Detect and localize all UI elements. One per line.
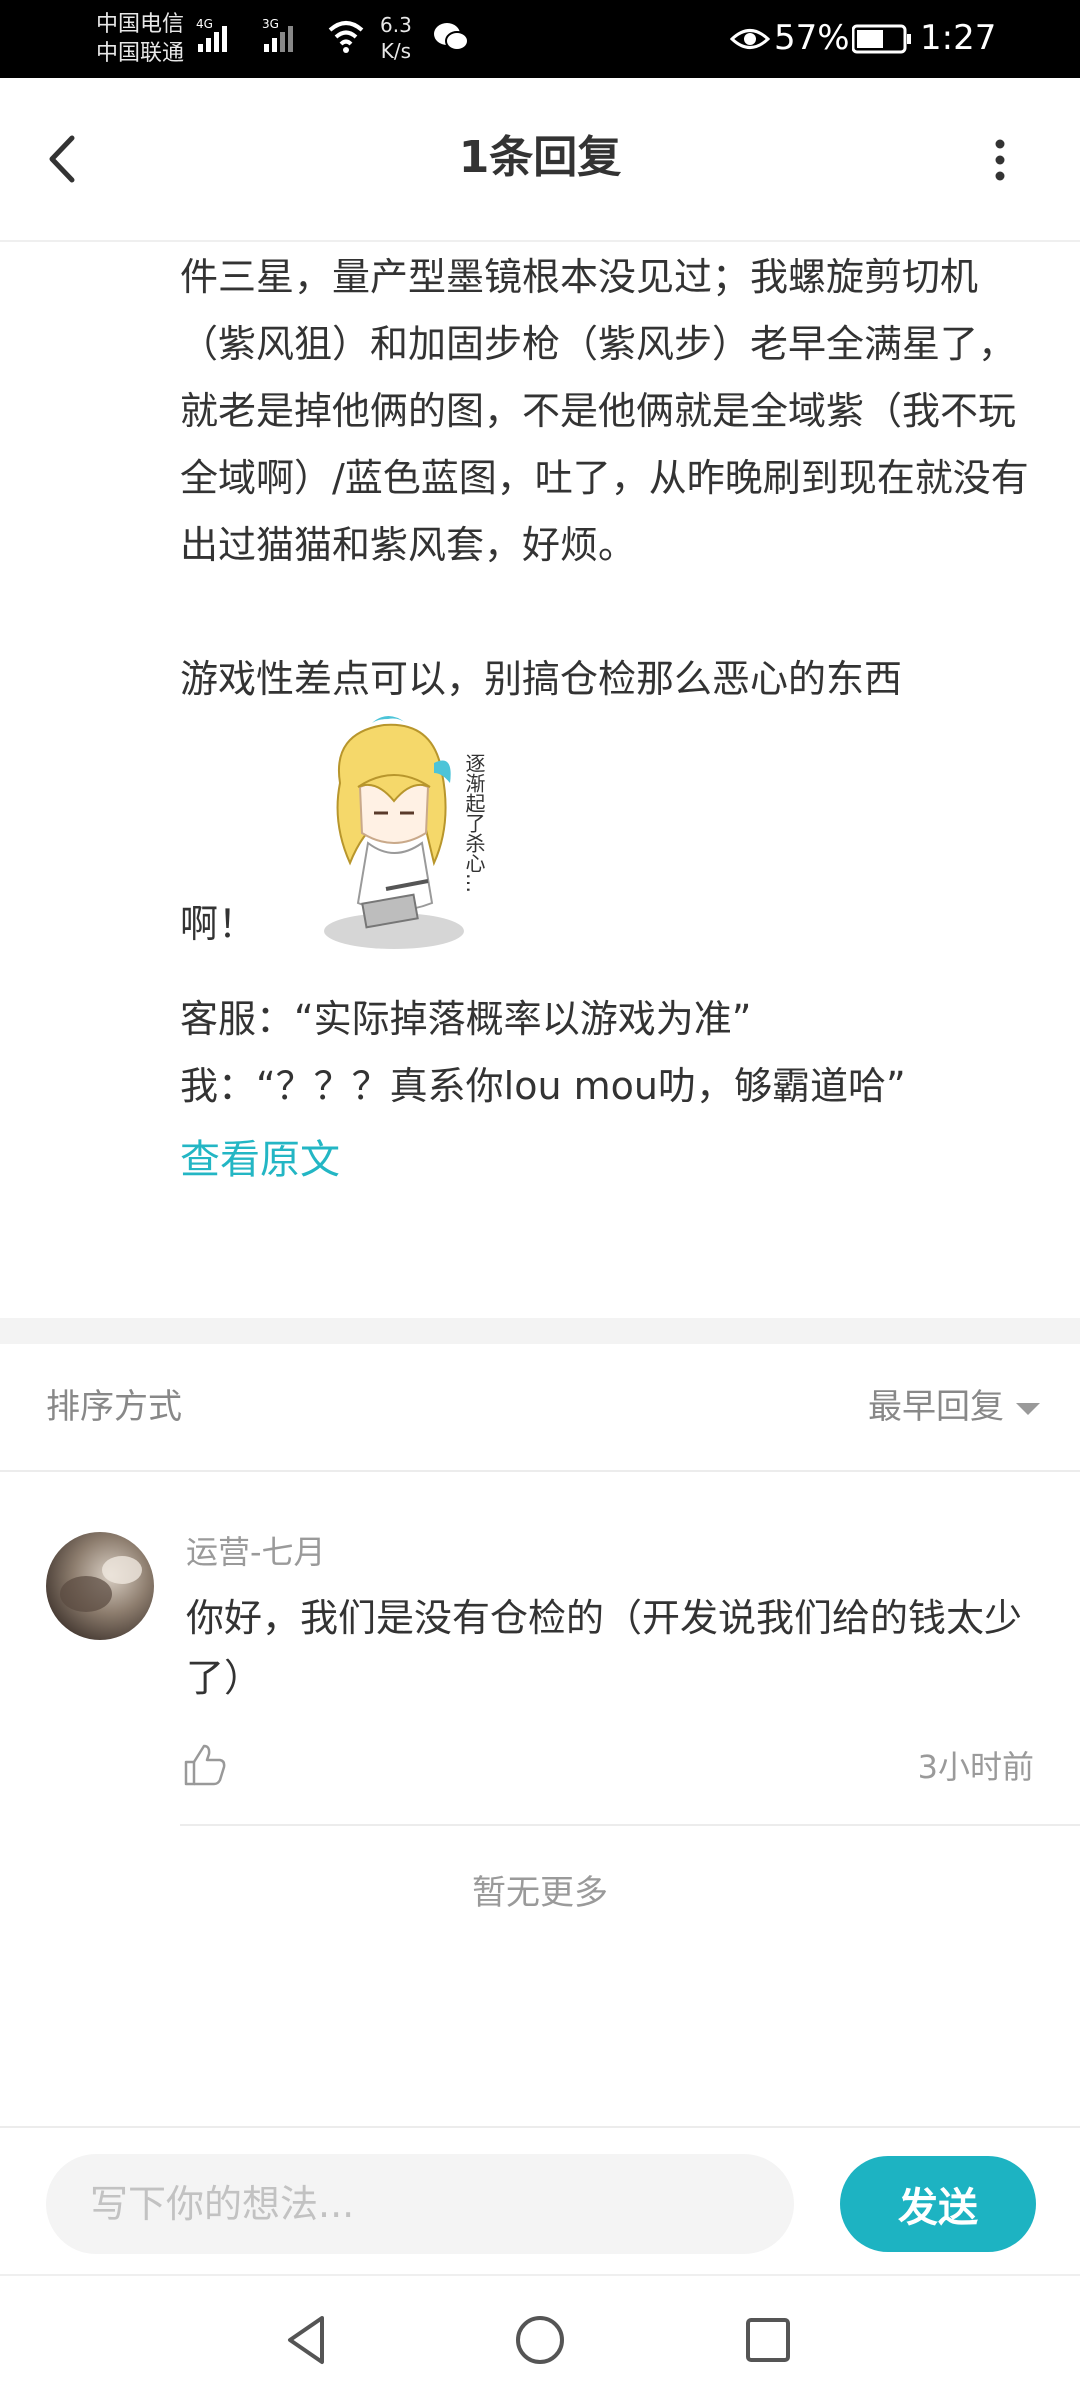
sort-label: 排序方式 <box>46 1387 182 1427</box>
status-bar: 中国电信 中国联通 4G 3G 6.3 K/s 57% 1:27 <box>0 0 1080 78</box>
caret-down-icon <box>1016 1402 1040 1415</box>
no-more-label: 暂无更多 <box>472 1873 608 1913</box>
sort-selected-value: 最早回复 <box>868 1387 1004 1427</box>
post-paragraph: 啊！ <box>180 902 257 946</box>
signal-icon: 4G <box>196 17 227 52</box>
eye-icon <box>730 29 770 49</box>
sort-dropdown[interactable]: 最早回复 <box>868 1384 1040 1430</box>
send-button[interactable]: 发送 <box>840 2156 1036 2252</box>
network-type-2: 3G <box>262 17 279 31</box>
section-divider <box>0 1318 1080 1344</box>
wifi-icon <box>328 21 364 53</box>
view-original-link[interactable]: 查看原文 <box>180 1132 340 1188</box>
anime-sticker-image: 逐渐起了杀心… <box>324 716 486 949</box>
sticker-caption: 逐渐起了杀心… <box>462 753 486 893</box>
speed-value: 6.3 <box>380 13 412 37</box>
system-back-icon[interactable] <box>278 2310 338 2370</box>
sort-bar: 排序方式 最早回复 <box>0 1344 1080 1472</box>
battery-icon <box>852 24 911 54</box>
system-recent-apps-icon[interactable] <box>738 2310 798 2370</box>
clock: 1:27 <box>920 18 997 58</box>
top-nav-bar: 1条回复 <box>0 78 1080 242</box>
signal-icon: 3G <box>262 17 293 52</box>
carrier-1: 中国电信 <box>96 12 185 37</box>
thumbs-up-icon[interactable] <box>182 1742 228 1788</box>
sticker-line: 啊！ 逐渐起了杀心… <box>180 713 1040 968</box>
more-vertical-icon[interactable] <box>970 128 1030 192</box>
reply-input[interactable] <box>46 2154 794 2254</box>
reply-detail-screen: 中国电信 中国联通 4G 3G 6.3 K/s 57% 1:27 1条回复 件三… <box>0 0 1080 2400</box>
reply-username[interactable]: 运营-七月 <box>186 1530 326 1574</box>
compose-bar: 发送 <box>0 2126 1080 2274</box>
chat-icon <box>434 23 469 51</box>
post-paragraph: 我：“？？？真系你lou mou叻，够霸道哈” <box>180 1064 906 1108</box>
battery-percent: 57% <box>774 18 850 58</box>
network-type-1: 4G <box>196 17 213 31</box>
post-paragraph: 游戏性差点可以，别搞仓检那么恶心的东西 <box>180 657 903 701</box>
system-nav-bar <box>0 2274 1080 2400</box>
post-paragraph: 客服：“实际掉落概率以游戏为准” <box>180 997 752 1041</box>
reply-item: 运营-七月 你好，我们是没有仓检的（开发说我们给的钱太少了） 3小时前 <box>0 1474 1080 1826</box>
post-content: 件三星，量产型墨镜根本没见过；我螺旋剪切机（紫风狙）和加固步枪（紫风步）老早全满… <box>180 244 1040 1194</box>
reply-divider <box>180 1824 1080 1826</box>
page-title: 1条回复 <box>458 132 622 183</box>
carrier-labels: 中国电信 中国联通 <box>96 10 184 68</box>
carrier-2: 中国联通 <box>96 41 185 66</box>
reply-timestamp: 3小时前 <box>917 1748 1034 1786</box>
system-home-icon[interactable] <box>510 2310 570 2370</box>
network-speed: 6.3 K/s <box>380 12 412 64</box>
speed-unit: K/s <box>380 39 412 63</box>
post-paragraph: 件三星，量产型墨镜根本没见过；我螺旋剪切机（紫风狙）和加固步枪（紫风步）老早全满… <box>180 255 1029 567</box>
reply-text: 你好，我们是没有仓检的（开发说我们给的钱太少了） <box>186 1596 1023 1700</box>
avatar[interactable] <box>46 1532 154 1640</box>
